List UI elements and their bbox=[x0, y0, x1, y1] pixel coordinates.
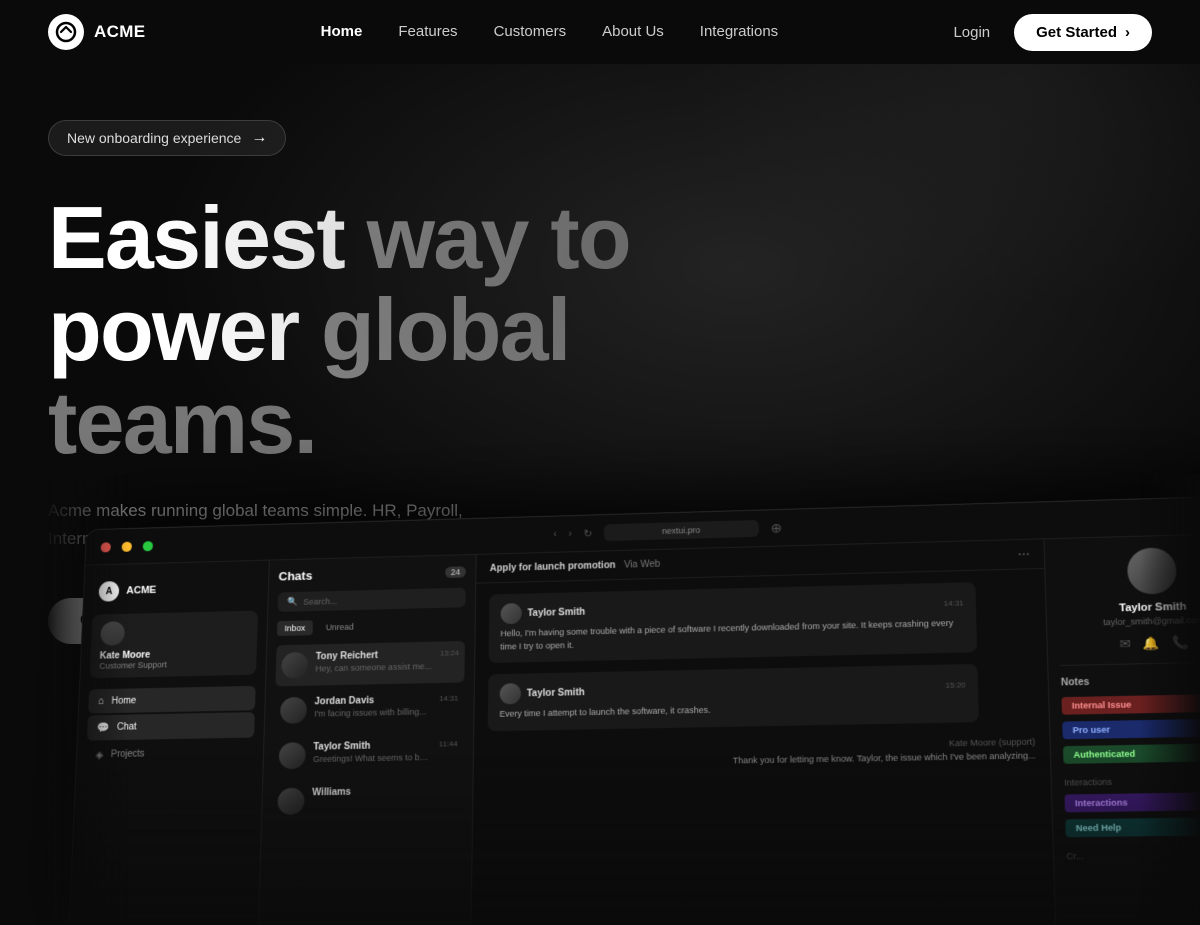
url-bar: nextui.pro bbox=[604, 520, 759, 541]
mock-chat-item: Jordan Davis I'm facing issues with bill… bbox=[274, 686, 464, 731]
mock-tag-need-help: Need Help bbox=[1065, 817, 1200, 838]
mock-tag-auth: Authenticated bbox=[1063, 743, 1200, 764]
nav-links: Home Features Customers About Us Integra… bbox=[321, 23, 779, 41]
mockup-fade-right bbox=[1140, 475, 1200, 925]
mockup-fade-overlay bbox=[48, 755, 1200, 925]
nav-about[interactable]: About Us bbox=[602, 23, 664, 40]
mock-chat-item: Taylor Smith Greetings! What seems to be… bbox=[273, 732, 464, 777]
arrow-icon: › bbox=[1125, 24, 1130, 41]
hero-section: New onboarding experience → Easiest way … bbox=[0, 64, 1200, 925]
logo-text: ACME bbox=[94, 22, 145, 42]
mock-tag-pro: Pro user bbox=[1062, 718, 1200, 739]
mock-profile-avatar bbox=[1126, 547, 1177, 594]
nav-right: Login Get Started › bbox=[953, 14, 1152, 51]
login-button[interactable]: Login bbox=[953, 24, 990, 41]
mock-tag-interactions: Interactions bbox=[1064, 792, 1200, 813]
mock-right-panel: Taylor Smith taylor_smith@gmail.com ✉ 🔔 … bbox=[1043, 533, 1200, 925]
mock-tag-internal: Internal Issue bbox=[1061, 693, 1200, 714]
mockup-window: ‹ › ↻ nextui.pro ⊕ 🔔 + A ACME bbox=[67, 495, 1200, 925]
nav-integrations[interactable]: Integrations bbox=[700, 23, 778, 40]
mock-message: Taylor Smith 15:20 Every time I attempt … bbox=[488, 664, 979, 731]
badge-arrow-icon: → bbox=[251, 129, 267, 147]
headline-line2: power global teams. bbox=[48, 280, 570, 471]
nav-features[interactable]: Features bbox=[398, 23, 457, 40]
navbar: ACME Home Features Customers About Us In… bbox=[0, 0, 1200, 64]
nav-customers[interactable]: Customers bbox=[494, 23, 567, 40]
get-started-button[interactable]: Get Started bbox=[48, 598, 198, 644]
logo-icon bbox=[48, 14, 84, 50]
plans-arrow-icon: → bbox=[354, 612, 370, 630]
nav-get-started-button[interactable]: Get Started › bbox=[1014, 14, 1152, 51]
mock-nav-chat: 💬 Chat bbox=[87, 712, 255, 740]
headline-line1: Easiest way to bbox=[48, 188, 630, 287]
mock-nav-home: ⌂ Home bbox=[88, 686, 256, 714]
nav-home[interactable]: Home bbox=[321, 23, 363, 40]
mock-nav-projects: ◈ Projects bbox=[86, 739, 254, 767]
cta-row: Get Started See our plans → bbox=[48, 597, 1152, 645]
hero-headline: Easiest way to power global teams. bbox=[48, 192, 668, 469]
mock-chat-item: Williams bbox=[271, 778, 463, 823]
mock-chat-item: Tony Reichert Hey, can someone assist me… bbox=[275, 641, 465, 686]
hero-subtitle: Acme makes running global teams simple. … bbox=[48, 497, 528, 553]
logo[interactable]: ACME bbox=[48, 14, 145, 50]
see-plans-button[interactable]: See our plans → bbox=[216, 597, 399, 645]
badge-text: New onboarding experience bbox=[67, 130, 241, 146]
mockup-body: A ACME Kate Moore Customer Support ⌂ Hom… bbox=[68, 533, 1200, 925]
badge-pill[interactable]: New onboarding experience → bbox=[48, 120, 286, 156]
